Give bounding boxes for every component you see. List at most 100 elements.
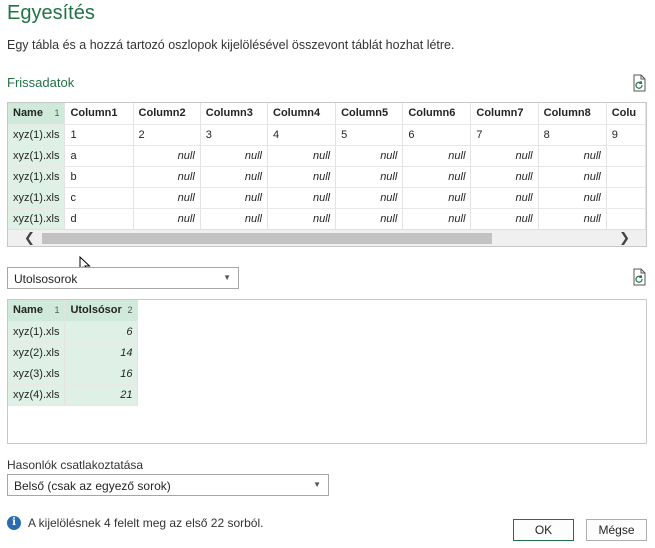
column-header[interactable]: Column8 — [538, 103, 607, 125]
table-cell: null — [538, 208, 607, 230]
name-cell: xyz(1).xls — [8, 321, 66, 343]
table-cell: 7 — [470, 124, 539, 146]
horizontal-scrollbar[interactable]: ❮ ❯ — [8, 229, 646, 246]
table-cell: null — [402, 166, 472, 188]
table-cell: null — [470, 187, 539, 209]
table-cell: b — [64, 166, 134, 188]
table-cell: null — [200, 145, 269, 167]
table-cell: null — [538, 145, 607, 167]
second-table-preview[interactable]: Name 1 Utolsósor 2 xyz(1).xls 6 xyz(2).xls 14… — [7, 299, 647, 444]
name-cell: xyz(1).xls — [8, 187, 66, 209]
name-cell: xyz(1).xls — [8, 145, 66, 167]
second-table: Name 1 Utolsósor 2 xyz(1).xls 6 xyz(2).xls 14… — [8, 300, 139, 406]
table-cell: null — [470, 145, 539, 167]
table-row: xyz(1).xls 6 — [8, 321, 139, 343]
table-cell: null — [335, 166, 404, 188]
name-cell: xyz(1).xls — [8, 166, 66, 188]
first-table-preview[interactable]: Name 1 Column1 Column2 Column3 Column4 Co… — [7, 102, 647, 247]
table-cell: a — [64, 145, 134, 167]
table-cell: null — [133, 187, 201, 209]
column-header-name[interactable]: Name 1 — [8, 300, 66, 322]
name-cell: xyz(4).xls — [8, 384, 66, 406]
scrollbar-thumb[interactable] — [42, 233, 492, 244]
table-cell: c — [64, 187, 134, 209]
table-cell: null — [538, 166, 607, 188]
table-cell: null — [470, 166, 539, 188]
name-cell: xyz(2).xls — [8, 342, 66, 364]
table-cell: null — [402, 208, 472, 230]
name-cell: xyz(3).xls — [8, 363, 66, 385]
dialog-title: Egyesítés — [7, 2, 95, 24]
table-cell: 2 — [133, 124, 201, 146]
join-kind-label: Hasonlók csatlakoztatása — [7, 458, 144, 472]
second-table-select[interactable]: Utolsosorok ▼ — [7, 267, 239, 289]
table-cell: d — [64, 208, 134, 230]
table-row: xyz(2).xls 14 — [8, 342, 139, 364]
table-cell: null — [133, 145, 201, 167]
table-cell: 3 — [200, 124, 269, 146]
utolsosor-cell: 21 — [64, 384, 139, 406]
join-kind-select-value: Belső (csak az egyező sorok) — [14, 479, 171, 493]
column-header[interactable]: Column6 — [402, 103, 472, 125]
ok-button[interactable]: OK — [513, 519, 574, 541]
column-header-name[interactable]: Name 1 — [8, 103, 66, 125]
join-kind-select[interactable]: Belső (csak az egyező sorok) ▼ — [7, 474, 329, 496]
table-cell: null — [402, 145, 472, 167]
column-header[interactable]: Column3 — [200, 103, 269, 125]
cancel-button[interactable]: Mégse — [586, 519, 647, 541]
column-header-utolsosor[interactable]: Utolsósor 2 — [64, 300, 139, 322]
table-row: xyz(1).xls c null null null null null null null — [8, 187, 646, 209]
table-cell: null — [538, 187, 607, 209]
column-header[interactable]: Column4 — [267, 103, 337, 125]
name-cell: xyz(1).xls — [8, 124, 66, 146]
table-cell: null — [335, 187, 404, 209]
table-row: xyz(4).xls 21 — [8, 384, 139, 406]
column-header[interactable]: Column2 — [133, 103, 201, 125]
table-cell — [606, 166, 646, 188]
table-cell: 4 — [267, 124, 337, 146]
chevron-down-icon: ▼ — [313, 480, 321, 489]
table-row: xyz(3).xls 16 — [8, 363, 139, 385]
utolsosor-cell: 6 — [64, 321, 139, 343]
column-header[interactable]: Column7 — [470, 103, 539, 125]
second-table-header-row: Name 1 Utolsósor 2 — [8, 300, 139, 322]
info-icon: i — [7, 516, 21, 530]
scroll-right-icon[interactable]: ❯ — [619, 230, 630, 246]
column-header-label: Name — [13, 304, 43, 317]
table-cell: null — [267, 145, 337, 167]
match-status-text: A kijelölésnek 4 felelt meg az első 22 s… — [28, 516, 264, 530]
refresh-preview-icon[interactable] — [631, 74, 647, 92]
name-cell: xyz(1).xls — [8, 208, 66, 230]
table-cell: 8 — [538, 124, 607, 146]
table-cell — [606, 187, 646, 209]
first-table: Name 1 Column1 Column2 Column3 Column4 Co… — [8, 103, 646, 230]
second-table-select-value: Utolsosorok — [14, 272, 78, 286]
column-header-label: Utolsósor — [70, 304, 122, 317]
column-header[interactable]: Column5 — [335, 103, 404, 125]
table-cell: 5 — [335, 124, 404, 146]
column-header[interactable]: Column1 — [64, 103, 134, 125]
utolsosor-cell: 14 — [64, 342, 139, 364]
chevron-down-icon: ▼ — [223, 273, 231, 282]
scroll-left-icon[interactable]: ❮ — [24, 230, 35, 246]
table-cell: null — [133, 166, 201, 188]
dialog-description: Egy tábla és a hozzá tartozó oszlopok ki… — [7, 38, 455, 52]
column-selection-order: 1 — [54, 108, 60, 119]
first-table-label: Frissadatok — [7, 75, 75, 90]
utolsosor-cell: 16 — [64, 363, 139, 385]
table-cell: 1 — [64, 124, 134, 146]
table-row: xyz(1).xls d null null null null null null null — [8, 208, 646, 230]
table-cell: 6 — [402, 124, 472, 146]
table-cell — [606, 208, 646, 230]
table-row: xyz(1).xls b null null null null null null null — [8, 166, 646, 188]
table-cell — [606, 145, 646, 167]
table-cell: null — [402, 187, 472, 209]
refresh-preview-icon[interactable] — [631, 268, 647, 286]
table-cell: null — [200, 187, 269, 209]
column-header[interactable]: Colu — [606, 103, 646, 125]
table-cell: null — [200, 208, 269, 230]
table-row: xyz(1).xls 1 2 3 4 5 6 7 8 9 — [8, 124, 646, 146]
first-table-header-row: Name 1 Column1 Column2 Column3 Column4 Co… — [8, 103, 646, 125]
table-cell: null — [267, 166, 337, 188]
table-cell: null — [267, 208, 337, 230]
